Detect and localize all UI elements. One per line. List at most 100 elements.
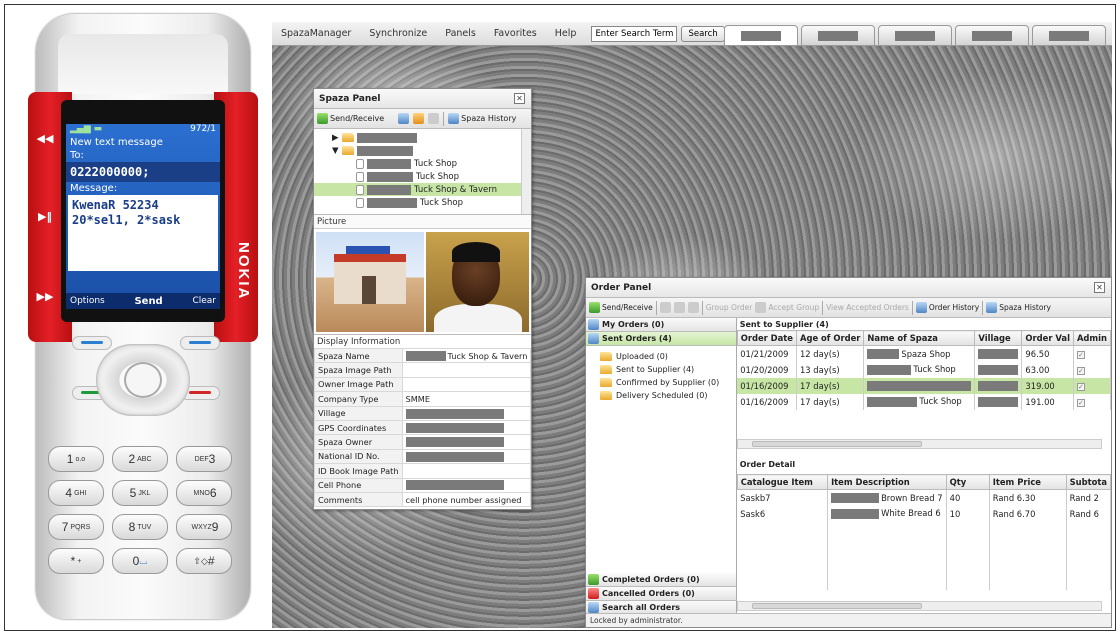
property-value[interactable] (401, 463, 532, 479)
right-softkey-button[interactable] (180, 336, 220, 350)
nav-confirmed-by-supplier[interactable]: Confirmed by Supplier (0) (586, 376, 736, 389)
column-header[interactable]: Qty (945, 474, 990, 490)
tree-scrollbar[interactable] (521, 129, 531, 214)
column-header[interactable]: Order Date (736, 330, 797, 346)
key-6[interactable]: MNO 6 (176, 480, 232, 506)
send-receive-button[interactable]: Send/Receive (589, 302, 653, 313)
menu-favorites[interactable]: Favorites (485, 28, 546, 39)
key-hash[interactable]: ⇧◇ # (176, 548, 232, 574)
table-row[interactable]: 01/20/2009 13 day(s) Tuck Shop 63.00 ✓ (737, 361, 1112, 378)
group-order-button[interactable]: Group Order (706, 303, 753, 312)
tree-node[interactable]: ▼ (314, 144, 531, 157)
property-value[interactable] (401, 477, 532, 493)
tree-node[interactable]: ▶ (314, 131, 531, 144)
play-pause-icon[interactable]: ▶‖ (34, 210, 56, 223)
key-9[interactable]: WXYZ 9 (176, 514, 232, 540)
key-star[interactable]: * + (48, 548, 104, 574)
column-header[interactable]: Item Description (827, 474, 947, 490)
edit-icon[interactable] (413, 113, 425, 124)
spaza-history-button[interactable]: Spaza History (986, 302, 1051, 313)
send-softkey[interactable]: Send (134, 296, 162, 307)
menu-help[interactable]: Help (546, 28, 586, 39)
delete-icon[interactable] (428, 113, 440, 124)
property-value[interactable] (401, 376, 532, 393)
close-icon[interactable]: ✕ (1094, 282, 1105, 293)
copy-icon[interactable] (673, 302, 685, 313)
property-value[interactable] (401, 419, 532, 436)
checkbox-icon[interactable]: ✓ (1076, 366, 1085, 375)
close-icon[interactable]: ✕ (514, 93, 525, 104)
sent-orders-section[interactable]: Sent Orders (4) (586, 332, 736, 346)
navigation-pad[interactable] (96, 344, 190, 416)
column-header[interactable]: Order Val (1021, 330, 1074, 346)
edit-icon[interactable] (659, 302, 671, 313)
clear-softkey[interactable]: Clear (192, 296, 216, 306)
spaza-history-button[interactable]: Spaza History (448, 113, 516, 124)
column-header[interactable]: Name of Spaza (863, 330, 976, 346)
property-value[interactable]: Tuck Shop & Tavern (401, 347, 532, 364)
column-header[interactable]: Subtota (1065, 474, 1112, 490)
search-input[interactable] (591, 25, 678, 42)
cancelled-orders-section[interactable]: Cancelled Orders (0) (586, 587, 736, 601)
import-icon[interactable] (398, 113, 410, 124)
nav-sent-to-supplier[interactable]: Sent to Supplier (4) (586, 363, 736, 376)
key-8[interactable]: 8 TUV (112, 514, 168, 540)
table-row[interactable]: 01/16/2009 17 day(s) Tuck Shop 191.00 ✓ (737, 393, 1112, 410)
table-row[interactable]: 01/21/2009 12 day(s) Spaza Shop 96.50 ✓ (737, 345, 1112, 362)
table-row[interactable]: Saskb7 Brown Bread 7 40 Rand 6.30 Rand 2 (737, 489, 1112, 506)
delete-icon[interactable] (687, 302, 699, 313)
key-2[interactable]: 2 ABC (112, 446, 168, 472)
completed-orders-section[interactable]: Completed Orders (0) (586, 573, 736, 587)
nav-delivery-scheduled[interactable]: Delivery Scheduled (0) (586, 389, 736, 402)
property-value[interactable] (401, 434, 532, 450)
checkbox-icon[interactable]: ✓ (1076, 398, 1085, 407)
property-value[interactable] (401, 405, 532, 421)
send-receive-button[interactable]: Send/Receive (317, 113, 384, 124)
column-header[interactable]: Admin (1072, 330, 1112, 346)
recipient-number[interactable]: 0222000000; (66, 162, 220, 182)
tab-1[interactable] (724, 25, 798, 46)
my-orders-section[interactable]: My Orders (0) (586, 318, 736, 332)
table-row[interactable]: Sask6 White Bread 6 10 Rand 6.70 Rand 6 (737, 505, 1112, 522)
message-body[interactable]: KwenaR 52234 20*sel1, 2*sask (68, 195, 218, 271)
options-softkey[interactable]: Options (70, 296, 105, 306)
nav-uploaded[interactable]: Uploaded (0) (586, 350, 736, 363)
menu-panels[interactable]: Panels (436, 28, 485, 39)
tree-leaf[interactable]: Tuck Shop (314, 157, 531, 170)
scrollbar-thumb[interactable] (751, 441, 922, 447)
view-accepted-orders-button[interactable]: View Accepted Orders (826, 303, 909, 312)
checkbox-icon[interactable]: ✓ (1076, 350, 1085, 359)
rewind-icon[interactable]: ◀◀ (34, 132, 56, 145)
column-header[interactable]: Item Price (988, 474, 1067, 490)
key-4[interactable]: 4 GHI (48, 480, 104, 506)
tab-5[interactable] (1032, 25, 1106, 46)
tree-leaf[interactable]: Tuck Shop (314, 196, 531, 209)
key-3[interactable]: DEF 3 (176, 446, 232, 472)
column-header[interactable]: Age of Order (795, 330, 865, 346)
property-value[interactable]: SMME (401, 391, 532, 407)
tree-leaf-selected[interactable]: Tuck Shop & Tavern (314, 183, 531, 196)
detail-horizontal-scrollbar[interactable] (736, 601, 1102, 611)
orders-horizontal-scrollbar[interactable] (736, 439, 1102, 449)
key-5[interactable]: 5 JKL (112, 480, 168, 506)
tab-4[interactable] (955, 25, 1029, 46)
menu-spazamanager[interactable]: SpazaManager (272, 28, 360, 39)
forward-icon[interactable]: ▶▶ (34, 290, 56, 303)
left-softkey-button[interactable] (72, 336, 112, 350)
tab-3[interactable] (878, 25, 952, 46)
menu-synchronize[interactable]: Synchronize (360, 28, 436, 39)
scrollbar-thumb[interactable] (751, 603, 922, 609)
property-value[interactable] (401, 362, 532, 378)
key-0[interactable]: 0 ⌴ (112, 548, 168, 574)
key-1[interactable]: 1 o.o (48, 446, 104, 472)
tab-2[interactable] (801, 25, 875, 46)
property-value[interactable]: cell phone number assigned (401, 491, 532, 508)
column-header[interactable]: Village (974, 330, 1023, 346)
table-row-selected[interactable]: 01/16/2009 17 day(s) 319.00 ✓ (737, 377, 1112, 394)
tree-leaf[interactable]: Tuck Shop (314, 170, 531, 183)
column-header[interactable]: Catalogue Item (736, 474, 829, 490)
key-7[interactable]: 7 PQRS (48, 514, 104, 540)
accept-group-button[interactable]: Accept Group (755, 302, 819, 313)
property-value[interactable] (401, 448, 532, 465)
checkbox-icon[interactable]: ✓ (1076, 382, 1085, 391)
